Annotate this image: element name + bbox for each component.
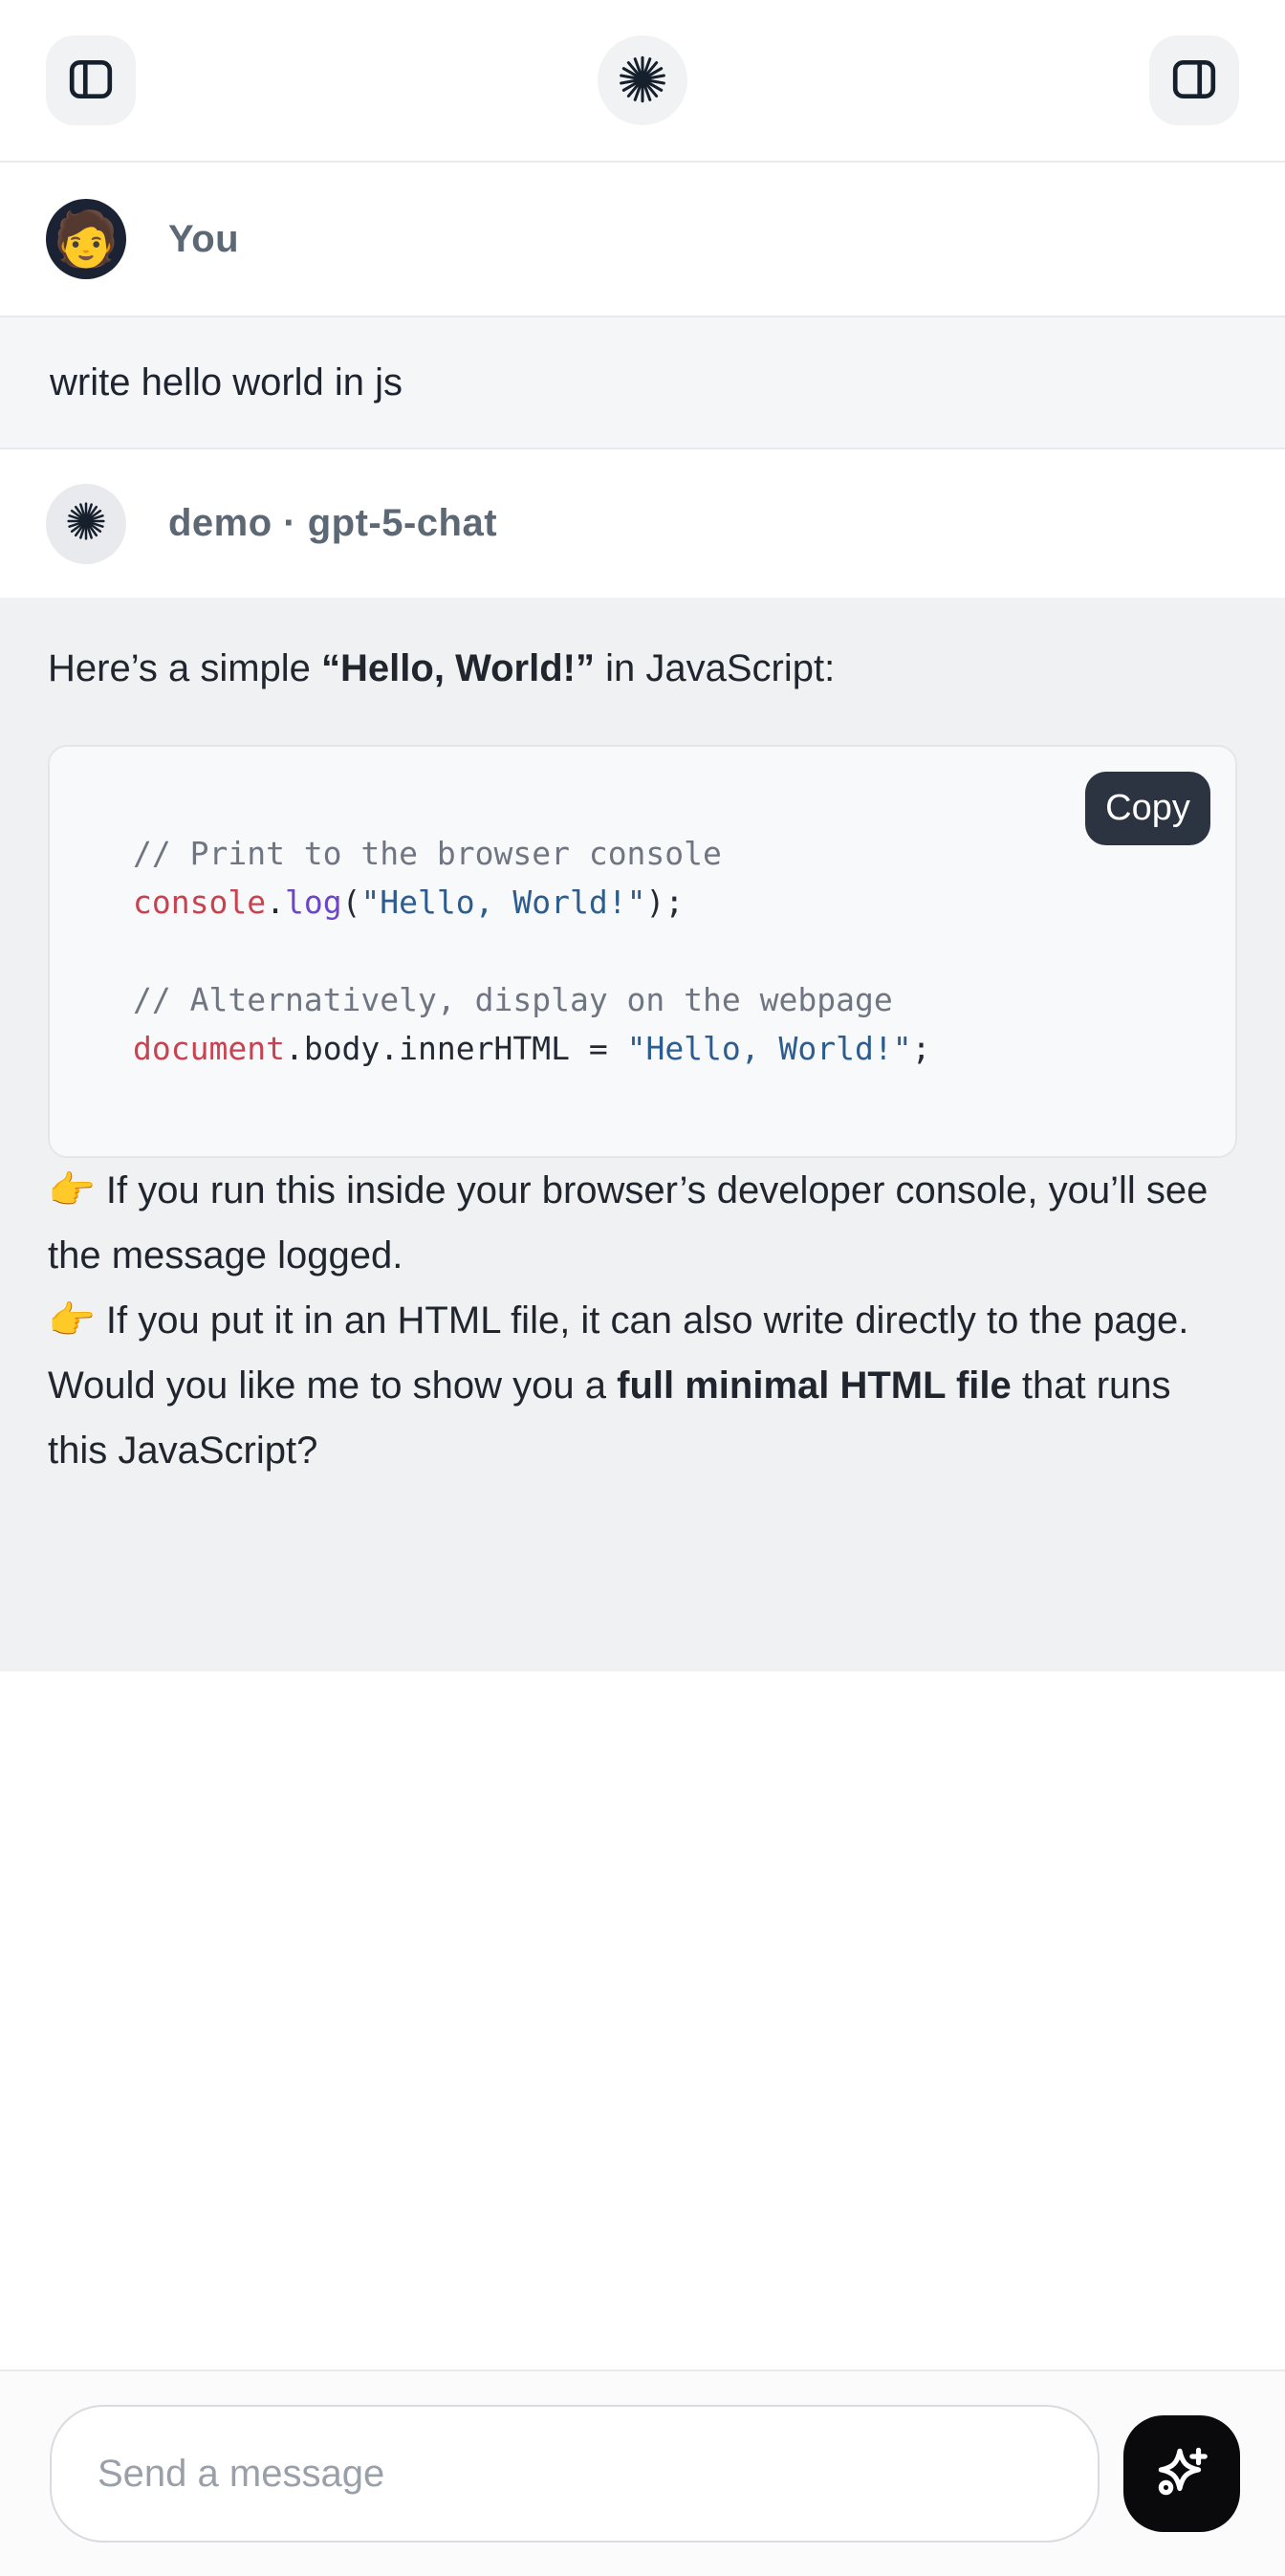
text-segment: Would you like me to show you a (48, 1364, 617, 1407)
assistant-tips-text: 👉 If you run this inside your browser’s … (48, 1158, 1237, 1353)
code-token: ( (342, 884, 361, 921)
tip-line-2: 👉 If you put it in an HTML file, it can … (48, 1299, 1188, 1342)
starburst-icon (618, 55, 667, 107)
user-message-text: write hello world in js (50, 361, 403, 404)
sidebar-toggle-button[interactable] (46, 35, 136, 125)
text-segment: full minimal HTML file (617, 1364, 1012, 1407)
code-token: // Alternatively, display on the webpage (133, 981, 893, 1018)
code-content: // Print to the browser console console.l… (133, 829, 1197, 1073)
assistant-intro-text: Here’s a simple “Hello, World!” in JavaS… (48, 636, 1237, 701)
sparkle-plus-icon (1150, 2441, 1213, 2507)
panel-right-icon (1170, 55, 1218, 106)
user-message-band: write hello world in js (0, 316, 1285, 449)
assistant-avatar (46, 484, 126, 564)
copy-code-button[interactable]: Copy (1085, 772, 1210, 845)
code-token: ); (645, 884, 684, 921)
code-line: document.body.innerHTML = "Hello, World!… (133, 1024, 1197, 1073)
code-line: // Print to the browser console (133, 829, 1197, 878)
code-token: . (266, 884, 285, 921)
code-token: document (133, 1030, 285, 1067)
user-avatar: 🧑 (46, 199, 126, 279)
person-emoji: 🧑 (53, 212, 120, 266)
starburst-icon (67, 502, 105, 545)
user-sender-label: You (168, 218, 239, 261)
chat-scroll-gap (0, 1671, 1285, 2369)
code-token: // Print to the browser console (133, 835, 722, 872)
panel-right-toggle-button[interactable] (1149, 35, 1239, 125)
assistant-question-text: Would you like me to show you a full min… (48, 1353, 1237, 1483)
composer-bar (0, 2369, 1285, 2576)
code-line (133, 927, 1197, 975)
send-button[interactable] (1123, 2415, 1240, 2532)
code-line: console.log("Hello, World!"); (133, 878, 1197, 927)
code-token: "Hello, World!" (360, 884, 645, 921)
text-segment: Here’s a simple (48, 647, 321, 689)
message-input[interactable] (50, 2405, 1100, 2543)
text-segment: “Hello, World!” (321, 647, 595, 689)
model-menu-button[interactable] (598, 35, 687, 125)
chat-app: 🧑 You write hello world in js (0, 0, 1285, 2576)
assistant-message-header: demo · gpt-5-chat (0, 449, 1285, 598)
code-token: .body.innerHTML = (285, 1030, 627, 1067)
code-line: // Alternatively, display on the webpage (133, 975, 1197, 1024)
code-token: ; (912, 1030, 931, 1067)
tip-line-1: 👉 If you run this inside your browser’s … (48, 1169, 1208, 1277)
code-block: Copy // Print to the browser console cons… (48, 745, 1237, 1158)
user-message-header: 🧑 You (0, 163, 1285, 316)
text-segment: in JavaScript: (595, 647, 835, 689)
assistant-name-label: demo · gpt-5-chat (168, 502, 497, 545)
code-token: log (285, 884, 342, 921)
code-token: console (133, 884, 266, 921)
code-token: "Hello, World!" (627, 1030, 912, 1067)
top-bar (0, 0, 1285, 163)
assistant-message-band: Here’s a simple “Hello, World!” in JavaS… (0, 598, 1285, 1671)
panel-left-icon (67, 55, 115, 106)
